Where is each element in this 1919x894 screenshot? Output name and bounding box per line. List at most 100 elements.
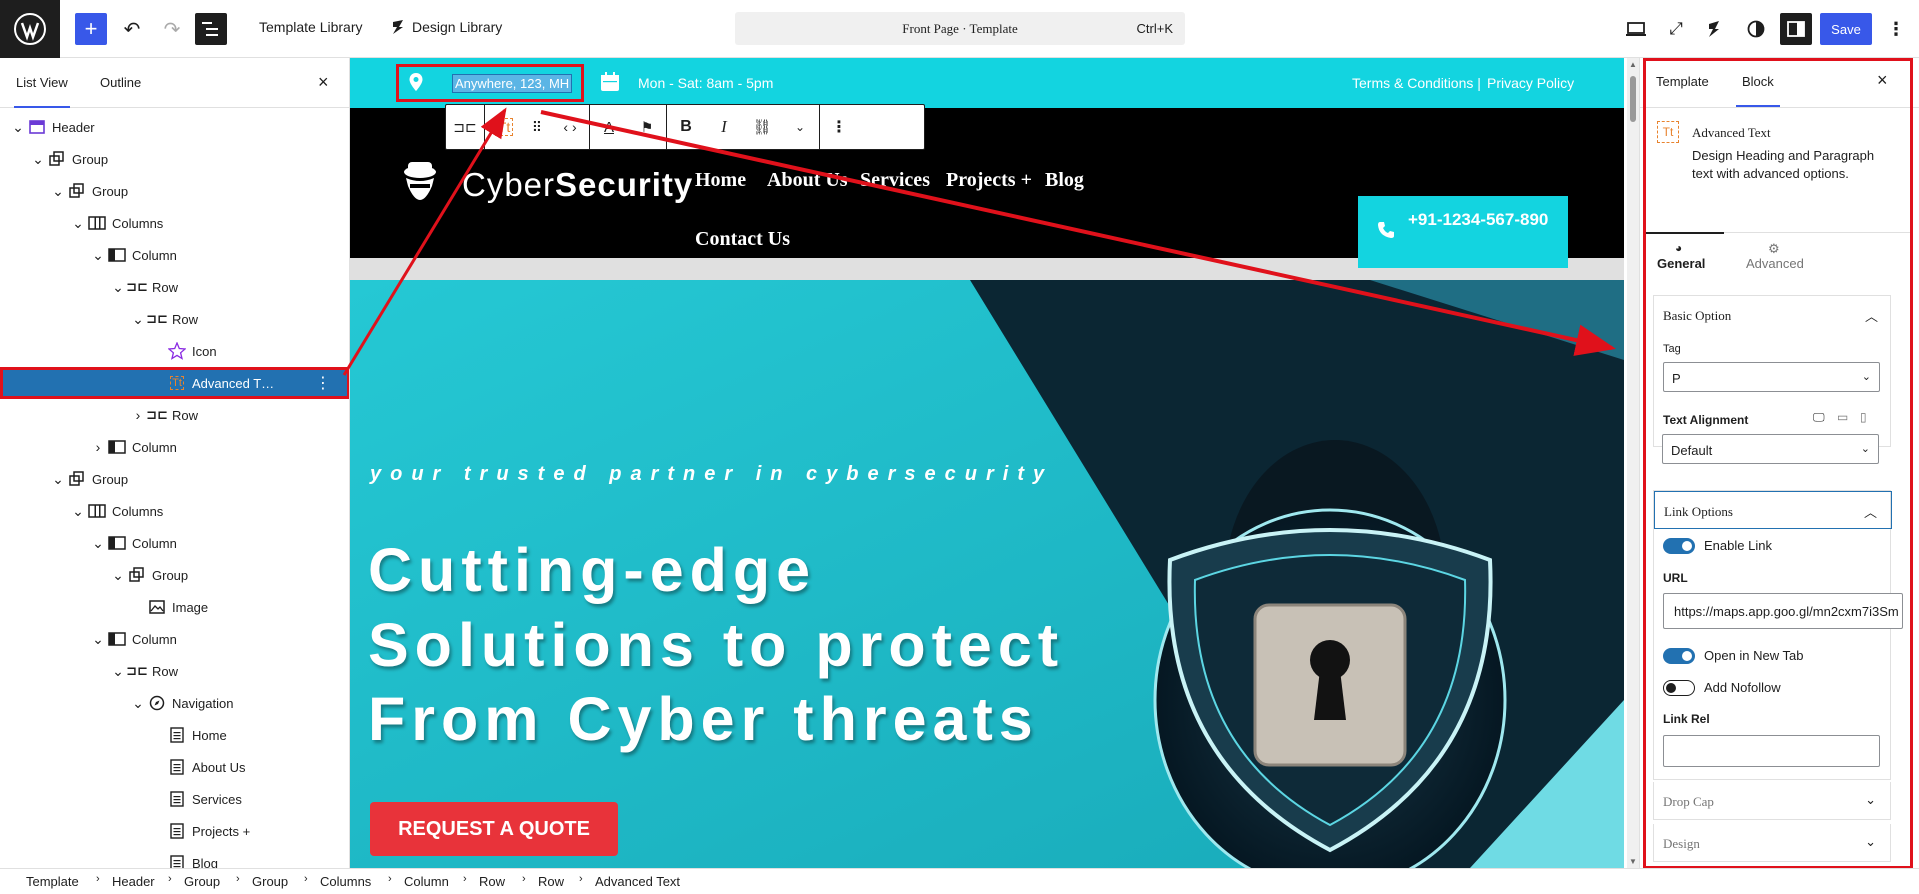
list-view-item-advanced-t[interactable]: Tt Advanced T… ⋮ xyxy=(0,367,349,399)
text-alignment-select[interactable]: Default ⌄ xyxy=(1662,434,1879,464)
enable-link-toggle[interactable] xyxy=(1663,538,1695,554)
drop-cap-panel[interactable]: Drop Cap ⌄ xyxy=(1653,782,1891,820)
design-library-button[interactable]: Design Library xyxy=(412,19,502,35)
list-view-item-navigation[interactable]: ⌄ Navigation xyxy=(0,687,349,719)
list-view-item-columns[interactable]: ⌄ Columns xyxy=(0,495,349,527)
list-view-item-home[interactable]: Home xyxy=(0,719,349,751)
link-rel-input[interactable] xyxy=(1663,735,1880,767)
drag-handle[interactable]: ⠿ xyxy=(523,105,551,149)
breadcrumb-item[interactable]: Columns xyxy=(320,874,371,889)
options-button[interactable]: ⋮ xyxy=(1880,13,1912,45)
tab-block[interactable]: Block xyxy=(1736,74,1780,107)
link-options-header[interactable]: Link Options ︿ xyxy=(1654,491,1892,529)
desktop-icon[interactable]: 🖵 xyxy=(1813,410,1825,425)
select-parent-button[interactable]: ⊐⊏ xyxy=(446,105,484,149)
close-icon[interactable]: × xyxy=(1877,70,1888,91)
tablet-icon[interactable]: ▭ xyxy=(1837,410,1848,424)
more-formats-button[interactable]: ⌄ xyxy=(781,105,819,149)
nav-contact-us[interactable]: Contact Us xyxy=(695,228,790,251)
chevron-down-icon[interactable]: ⌄ xyxy=(92,247,104,263)
settings-toggle-button[interactable] xyxy=(1780,13,1812,45)
chevron-down-icon[interactable]: ⌄ xyxy=(12,119,24,135)
list-view-item-blog[interactable]: Blog xyxy=(0,847,349,868)
text-color-button[interactable]: A xyxy=(590,105,628,149)
list-view-item-column[interactable]: ⌄ Column xyxy=(0,527,349,559)
nofollow-toggle[interactable] xyxy=(1663,680,1695,696)
tab-list-view[interactable]: List View xyxy=(14,75,70,108)
mobile-icon[interactable]: ▯ xyxy=(1860,410,1867,424)
link-button[interactable]: ⛓ xyxy=(743,105,781,149)
move-button[interactable]: ‹ › xyxy=(551,105,589,149)
chevron-down-icon[interactable]: ⌄ xyxy=(72,215,84,231)
list-view-item-image[interactable]: Image xyxy=(0,591,349,623)
list-view-item-header[interactable]: ⌄ Header xyxy=(0,111,349,143)
chevron-down-icon[interactable]: ⌄ xyxy=(112,567,124,583)
fullscreen-button[interactable]: ⤢ xyxy=(1660,13,1692,45)
list-view-item-group[interactable]: ⌄ Group xyxy=(0,175,349,207)
address-text[interactable]: Anywhere, 123, MH xyxy=(452,74,573,93)
block-options-button[interactable]: ⋮ xyxy=(820,105,858,149)
breadcrumb-item[interactable]: Column xyxy=(404,874,449,889)
chevron-down-icon[interactable]: ⌄ xyxy=(32,151,44,167)
plugin-button[interactable] xyxy=(1698,13,1730,45)
list-view-item-column[interactable]: ⌄ Column xyxy=(0,239,349,271)
tab-outline[interactable]: Outline xyxy=(100,75,141,90)
document-overview-button[interactable] xyxy=(195,13,227,45)
breadcrumb-item[interactable]: Header xyxy=(112,874,155,889)
chevron-down-icon[interactable]: ⌄ xyxy=(132,695,144,711)
tab-advanced[interactable]: Advanced xyxy=(1746,256,1804,271)
scroll-down-arrow-icon[interactable]: ▼ xyxy=(1629,857,1637,866)
chevron-down-icon[interactable]: ⌄ xyxy=(52,471,64,487)
breadcrumb-item[interactable]: Group xyxy=(252,874,288,889)
preview-button[interactable] xyxy=(1620,13,1652,45)
request-quote-button[interactable]: REQUEST A QUOTE xyxy=(370,802,618,856)
wordpress-logo-button[interactable] xyxy=(0,0,60,58)
tab-template[interactable]: Template xyxy=(1656,74,1709,89)
tag-select[interactable]: P ⌄ xyxy=(1663,362,1880,392)
template-library-button[interactable]: Template Library xyxy=(259,19,363,35)
list-view-item-about-us[interactable]: About Us xyxy=(0,751,349,783)
list-view-item-icon[interactable]: Icon xyxy=(0,335,349,367)
nav-services[interactable]: Services xyxy=(860,169,930,192)
bold-button[interactable]: B xyxy=(667,105,705,149)
chevron-down-icon[interactable]: ⌄ xyxy=(112,663,124,679)
editor-canvas[interactable]: Anywhere, 123, MH Mon - Sat: 8am - 5pm T… xyxy=(350,58,1624,868)
site-logo-text[interactable]: CyberSecurity xyxy=(462,166,693,204)
more-vertical-icon[interactable]: ⋮ xyxy=(315,373,331,393)
nav-projects[interactable]: Projects + xyxy=(946,169,1032,192)
scroll-up-arrow-icon[interactable]: ▲ xyxy=(1629,60,1637,69)
chevron-down-icon[interactable]: ⌄ xyxy=(72,503,84,519)
close-icon[interactable]: × xyxy=(318,72,329,93)
chevron-down-icon[interactable]: ⌄ xyxy=(112,279,124,295)
list-view-item-column[interactable]: › Column xyxy=(0,431,349,463)
chevron-down-icon[interactable]: ⌄ xyxy=(92,535,104,551)
nav-home[interactable]: Home xyxy=(695,169,746,192)
breadcrumb-item[interactable]: Row xyxy=(538,874,564,889)
terms-link[interactable]: Terms & Conditions | xyxy=(1352,75,1481,91)
italic-button[interactable]: I xyxy=(705,105,743,149)
breadcrumb-item[interactable]: Group xyxy=(184,874,220,889)
nav-about-us[interactable]: About Us xyxy=(767,169,848,192)
breadcrumb-item[interactable]: Advanced Text xyxy=(595,874,680,889)
breadcrumb-item[interactable]: Row xyxy=(479,874,505,889)
list-view-item-group[interactable]: ⌄ Group xyxy=(0,559,349,591)
list-view-item-columns[interactable]: ⌄ Columns xyxy=(0,207,349,239)
highlight-button[interactable]: ⚑ xyxy=(628,105,666,149)
list-view-item-group[interactable]: ⌄ Group xyxy=(0,143,349,175)
privacy-link[interactable]: Privacy Policy xyxy=(1487,75,1574,91)
list-view-item-row[interactable]: ⌄ ⊐⊏ Row xyxy=(0,655,349,687)
add-block-button[interactable]: + xyxy=(75,13,107,45)
phone-button[interactable]: +91-1234-567-890 xyxy=(1358,196,1568,268)
list-view-item-row[interactable]: ⌄ ⊐⊏ Row xyxy=(0,271,349,303)
list-view-item-column[interactable]: ⌄ Column xyxy=(0,623,349,655)
design-panel[interactable]: Design ⌄ xyxy=(1653,824,1891,862)
chevron-right-icon[interactable]: › xyxy=(132,407,144,423)
breadcrumb-item[interactable]: Template xyxy=(26,874,79,889)
list-view-item-row[interactable]: › ⊐⊏ Row xyxy=(0,399,349,431)
chevron-down-icon[interactable]: ⌄ xyxy=(52,183,64,199)
styles-button[interactable] xyxy=(1740,13,1772,45)
chevron-right-icon[interactable]: › xyxy=(92,439,104,455)
undo-button[interactable]: ↶ xyxy=(116,13,148,45)
open-new-tab-toggle[interactable] xyxy=(1663,648,1695,664)
chevron-down-icon[interactable]: ⌄ xyxy=(132,311,144,327)
